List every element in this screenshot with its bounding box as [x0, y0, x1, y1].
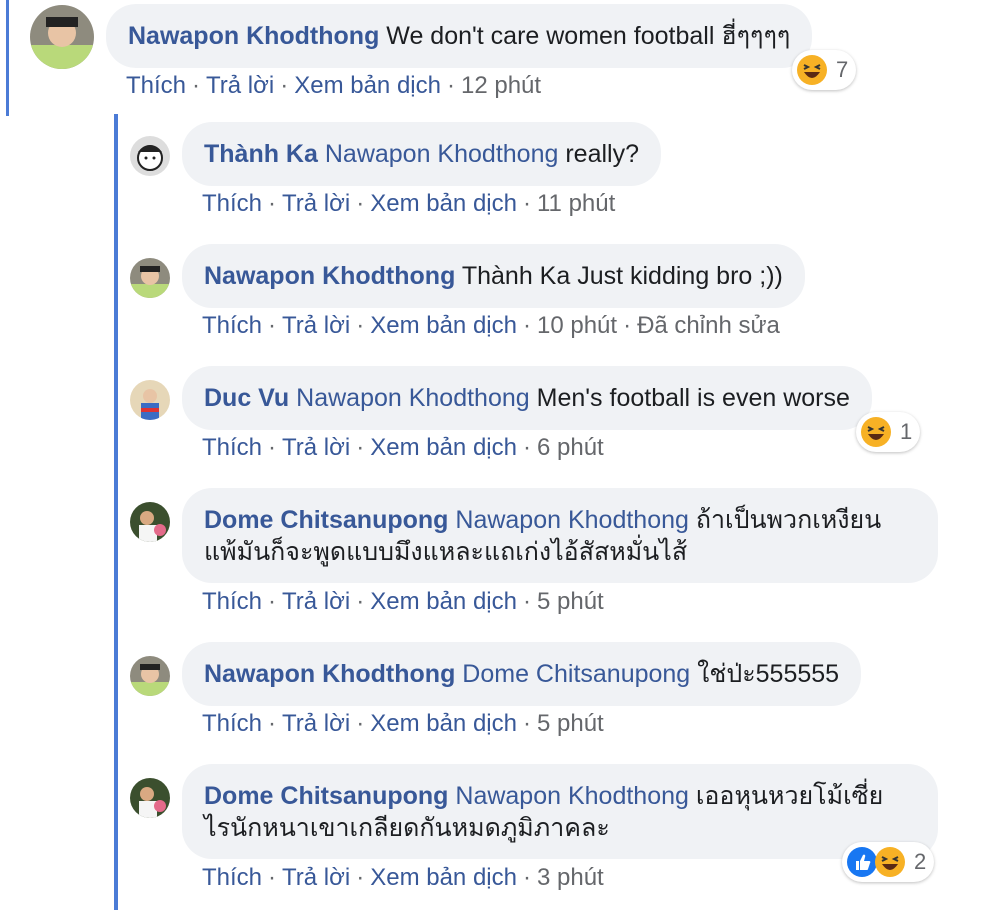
- reply-comment: Duc Vu Nawapon Khodthong Men's football …: [0, 366, 992, 476]
- reply-comment: Nawapon Khodthong Dome Chitsanupong ใช่ป…: [0, 642, 992, 752]
- author-name[interactable]: Nawapon Khodthong: [204, 660, 455, 688]
- like-link[interactable]: Thích: [202, 312, 262, 339]
- reaction-summary[interactable]: 2: [842, 842, 935, 882]
- comment-bubble: Duc Vu Nawapon Khodthong Men's football …: [182, 366, 872, 430]
- author-name[interactable]: Nawapon Khodthong: [128, 22, 379, 50]
- reply-link[interactable]: Trả lời: [282, 312, 350, 339]
- comment-actions: Thích · Trả lời · Xem bản dịch · 11 phút: [202, 190, 616, 217]
- timestamp[interactable]: 3 phút: [537, 864, 604, 891]
- comment: Nawapon Khodthong We don't care women fo…: [0, 0, 992, 110]
- timestamp[interactable]: 10 phút: [537, 312, 617, 339]
- comment-text: ใช่ป่ะ555555: [697, 660, 840, 688]
- timestamp[interactable]: 11 phút: [537, 190, 615, 217]
- reply-comment: Nawapon Khodthong Thành Ka Just kidding …: [0, 244, 992, 354]
- comment-actions: Thích · Trả lời · Xem bản dịch · 5 phút: [202, 710, 604, 737]
- comment-text: Men's football is even worse: [536, 384, 850, 412]
- comment-actions: Thích · Trả lời · Xem bản dịch · 6 phút: [202, 434, 604, 461]
- reaction-summary[interactable]: 7: [792, 50, 857, 90]
- reply-link[interactable]: Trả lời: [282, 434, 350, 461]
- translate-link[interactable]: Xem bản dịch: [370, 434, 517, 461]
- comment-text: really?: [565, 140, 639, 168]
- comment-actions: Thích · Trả lời · Xem bản dịch · 5 phút: [202, 588, 604, 615]
- reply-comment: Dome Chitsanupong Nawapon Khodthong ถ้าเ…: [0, 488, 992, 630]
- avatar[interactable]: [30, 5, 94, 69]
- reply-link[interactable]: Trả lời: [282, 588, 350, 615]
- avatar[interactable]: [130, 380, 170, 420]
- timestamp[interactable]: 12 phút: [461, 72, 541, 99]
- comment-bubble: Dome Chitsanupong Nawapon Khodthong ถ้าเ…: [182, 488, 938, 583]
- comment-actions: Thích · Trả lời · Xem bản dịch · 12 phút: [126, 72, 542, 99]
- avatar[interactable]: [130, 136, 170, 176]
- author-name[interactable]: Dome Chitsanupong: [204, 782, 448, 810]
- comment-bubble: Thành Ka Nawapon Khodthong really?: [182, 122, 661, 186]
- reaction-summary[interactable]: 1: [856, 412, 921, 452]
- timestamp[interactable]: 6 phút: [537, 434, 604, 461]
- like-link[interactable]: Thích: [126, 72, 186, 99]
- reaction-count: 7: [836, 57, 849, 82]
- author-name[interactable]: Dome Chitsanupong: [204, 506, 448, 534]
- like-link[interactable]: Thích: [202, 710, 262, 737]
- comment-text: เออหุนหวยโม้เซี่ย: [695, 782, 884, 810]
- translate-link[interactable]: Xem bản dịch: [370, 710, 517, 737]
- translate-link[interactable]: Xem bản dịch: [370, 588, 517, 615]
- mention-link[interactable]: Nawapon Khodthong: [325, 140, 559, 168]
- comment-bubble: Nawapon Khodthong We don't care women fo…: [106, 4, 813, 68]
- translate-link[interactable]: Xem bản dịch: [370, 312, 517, 339]
- author-name[interactable]: Thành Ka: [204, 140, 318, 168]
- comment-bubble: Nawapon Khodthong Dome Chitsanupong ใช่ป…: [182, 642, 862, 706]
- translate-link[interactable]: Xem bản dịch: [294, 72, 441, 99]
- avatar[interactable]: [130, 778, 170, 818]
- avatar[interactable]: [130, 502, 170, 542]
- comment-actions: Thích · Trả lời · Xem bản dịch · 10 phút · Đã ch…: [202, 312, 780, 339]
- mention-link[interactable]: Dome Chitsanupong: [462, 660, 690, 688]
- reply-link[interactable]: Trả lời: [282, 190, 350, 217]
- like-link[interactable]: Thích: [202, 864, 262, 891]
- author-name[interactable]: Nawapon Khodthong: [204, 262, 455, 290]
- edited-label[interactable]: Đã chỉnh sửa: [637, 312, 780, 339]
- comment-text: Thành Ka Just kidding bro ;)): [461, 262, 783, 290]
- reply-comment: Thành Ka Nawapon Khodthong really? Thích…: [0, 122, 992, 232]
- like-link[interactable]: Thích: [202, 588, 262, 615]
- haha-icon: [874, 846, 906, 878]
- comment-text: ถ้าเป็นพวกเหงียน: [695, 506, 882, 534]
- reaction-count: 1: [900, 419, 913, 444]
- comment-actions: Thích · Trả lời · Xem bản dịch · 3 phút: [202, 864, 604, 891]
- timestamp[interactable]: 5 phút: [537, 710, 604, 737]
- comment-text-line2: ไรนักหนาเขาเกลียดกันหมดภูมิภาคละ: [204, 814, 610, 842]
- comment-text: We don't care women football ฮี่ๆๆๆๆ: [386, 22, 791, 50]
- mention-link[interactable]: Nawapon Khodthong: [455, 782, 689, 810]
- comment-bubble: Dome Chitsanupong Nawapon Khodthong เออห…: [182, 764, 938, 859]
- reply-link[interactable]: Trả lời: [206, 72, 274, 99]
- reply-link[interactable]: Trả lời: [282, 710, 350, 737]
- translate-link[interactable]: Xem bản dịch: [370, 864, 517, 891]
- mention-link[interactable]: Nawapon Khodthong: [455, 506, 689, 534]
- avatar[interactable]: [130, 258, 170, 298]
- mention-link[interactable]: Nawapon Khodthong: [296, 384, 530, 412]
- haha-icon: [796, 54, 828, 86]
- haha-icon: [860, 416, 892, 448]
- author-name[interactable]: Duc Vu: [204, 384, 289, 412]
- translate-link[interactable]: Xem bản dịch: [370, 190, 517, 217]
- like-link[interactable]: Thích: [202, 190, 262, 217]
- like-link[interactable]: Thích: [202, 434, 262, 461]
- reply-comment: Dome Chitsanupong Nawapon Khodthong เออห…: [0, 764, 992, 910]
- comment-bubble: Nawapon Khodthong Thành Ka Just kidding …: [182, 244, 805, 308]
- reaction-count: 2: [914, 849, 927, 874]
- comment-text-line2: แพ้มันก็จะพูดแบบมึงแหละแถเก่งไอ้สัสหมั่น…: [204, 538, 688, 566]
- avatar[interactable]: [130, 656, 170, 696]
- timestamp[interactable]: 5 phút: [537, 588, 604, 615]
- reply-link[interactable]: Trả lời: [282, 864, 350, 891]
